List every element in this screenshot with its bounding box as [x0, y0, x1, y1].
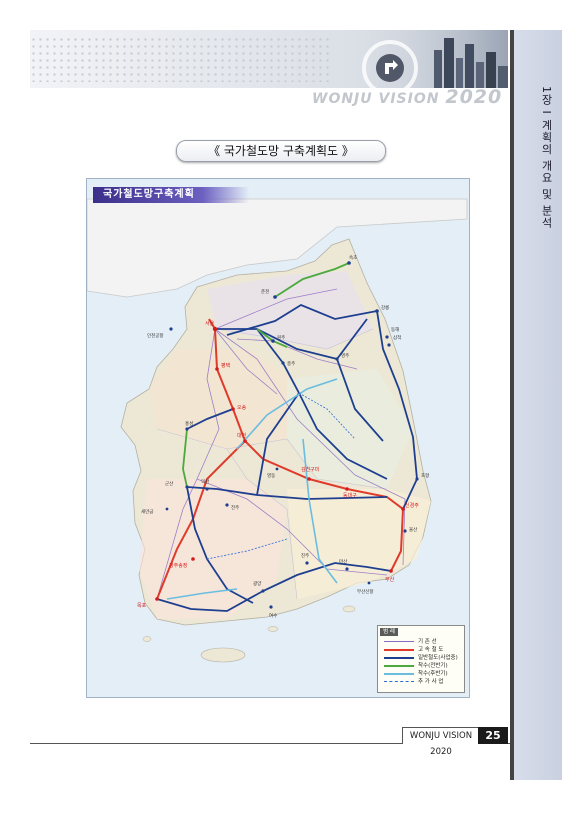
legend-item: 착수(후반기): [382, 670, 462, 678]
legend-item: 고 속 철 도: [382, 646, 462, 654]
header-banner: [30, 30, 508, 88]
legend-swatch: [384, 657, 414, 659]
city-label: 홍성: [185, 420, 193, 427]
chapter-side-tab: 1장 I 계획의 개요 및 분석: [510, 30, 562, 780]
map-graphic: 서울 춘천 속초 강릉 동해 삼척 원주 인천공항 평택 충주 영주 오송 대전…: [87, 179, 469, 697]
city-label: 원주: [277, 334, 285, 341]
city-label: 부산신항: [357, 588, 374, 595]
city-label: 인천공항: [147, 332, 164, 339]
legend-item: 착수(전반기): [382, 662, 462, 670]
legend-swatch: [384, 641, 414, 642]
header-dot-pattern: [30, 36, 330, 82]
legend-label: 착수(전반기): [418, 663, 448, 669]
map-caption: 《 국가철도망 구축계획도 》: [176, 140, 386, 162]
legend-label: 착수(후반기): [418, 671, 448, 677]
city-label: 마산: [339, 558, 347, 565]
brand-year: 2020: [445, 86, 503, 108]
legend-label: 기 존 선: [418, 639, 437, 645]
city-label: 동해: [391, 326, 399, 333]
legend-swatch: [384, 681, 414, 682]
map-title: 국가철도망구축계획: [93, 187, 249, 203]
page-number: 25: [478, 727, 508, 744]
railway-network-map: 서울 춘천 속초 강릉 동해 삼척 원주 인천공항 평택 충주 영주 오송 대전…: [86, 178, 470, 698]
footer-label: WONJU VISION 2020: [402, 727, 480, 757]
city-skyline-graphic: [338, 30, 508, 88]
city-label: 김천구미: [301, 466, 319, 473]
brand-main: WONJU VISION: [312, 91, 440, 107]
chapter-title: 1장 I 계획의 개요 및 분석: [540, 86, 553, 229]
map-legend: 범 례 기 존 선 고 속 철 도 일반철도(사업중) 착수(전반기) 착수(후…: [377, 625, 465, 693]
city-label: 진주: [301, 552, 309, 559]
city-label: 서울: [205, 320, 215, 327]
legend-heading: 범 례: [380, 628, 398, 636]
legend-label: 일반철도(사업중): [418, 655, 458, 661]
legend-swatch: [384, 649, 414, 651]
city-label: 속초: [349, 254, 357, 261]
city-label: 새만금: [141, 508, 153, 515]
city-label: 대전: [237, 432, 247, 439]
legend-label: 추 가 사 업: [418, 679, 444, 685]
city-label: 익산: [201, 478, 209, 485]
city-label: 오송: [237, 404, 247, 411]
city-label: 영주: [341, 352, 349, 359]
legend-swatch: [384, 673, 414, 675]
city-label: 삼척: [393, 334, 401, 341]
legend-item: 추 가 사 업: [382, 678, 462, 686]
city-label: 평택: [221, 362, 231, 369]
legend-item: 기 존 선: [382, 638, 462, 646]
city-label: 부산: [385, 576, 395, 583]
city-label: 광주송정: [169, 562, 187, 569]
brand-title: WONJU VISION 2020: [312, 86, 502, 108]
legend-swatch: [384, 665, 414, 667]
legend-label: 고 속 철 도: [418, 647, 444, 653]
city-label: 영동: [267, 472, 275, 479]
city-label: 목포: [137, 603, 147, 609]
city-label: 충주: [287, 360, 295, 367]
city-label: 군산: [165, 480, 173, 487]
city-label: 강릉: [381, 304, 389, 311]
city-label: 울산: [409, 526, 417, 533]
legend-item: 일반철도(사업중): [382, 654, 462, 662]
city-label: 신경주: [405, 502, 419, 509]
city-label: 포항: [421, 472, 429, 479]
city-label: 전주: [231, 504, 239, 511]
city-label: 춘천: [261, 288, 269, 295]
city-label: 동대구: [343, 492, 357, 499]
city-label: 여수: [269, 612, 277, 619]
city-label: 광양: [253, 580, 261, 587]
